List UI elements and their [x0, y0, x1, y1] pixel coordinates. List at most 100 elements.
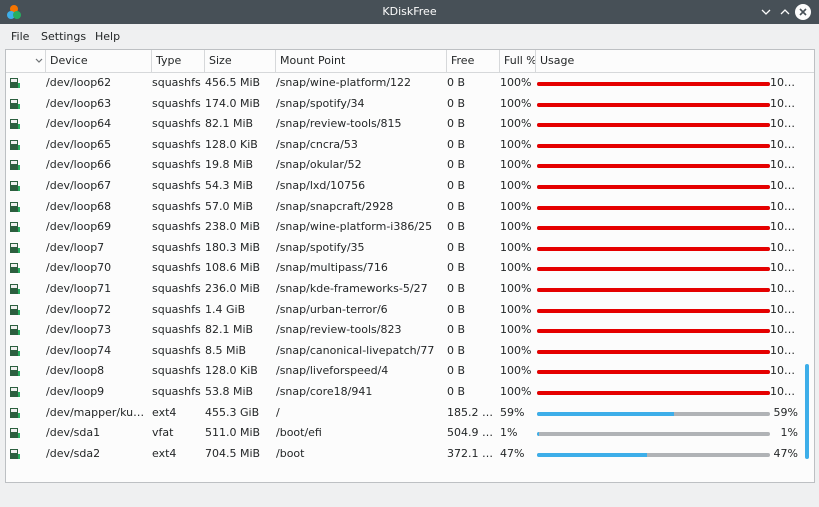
usage-percent-label: 100% — [770, 261, 798, 275]
mount-point-cell: /snap/wine-platform/122 — [276, 76, 412, 89]
table-row[interactable]: /dev/loop64 squashfs 82.1 MiB /snap/revi… — [6, 114, 814, 135]
usage-bar — [537, 452, 770, 457]
column-header-device[interactable]: Device — [46, 50, 152, 72]
free-cell: 0 B — [447, 220, 466, 234]
table-row[interactable]: /dev/loop65 squashfs 128.0 KiB /snap/cnc… — [6, 135, 814, 156]
usage-percent-label: 100% — [770, 385, 798, 398]
type-cell: squashfs — [152, 385, 201, 398]
mount-point-cell: /snap/kde-frameworks-5/27 — [276, 282, 428, 295]
usage-percent-label: 59% — [773, 405, 798, 419]
usage-percent-label: 100% — [770, 158, 798, 172]
column-header-icon[interactable] — [6, 50, 46, 72]
size-cell: 1.4 GiB — [205, 302, 246, 316]
table-row[interactable]: /dev/sda2 ext4 704.5 MiB /boot 372.1 M..… — [6, 444, 814, 465]
full-percent-cell: 100% — [500, 364, 532, 378]
table-row[interactable]: /dev/loop71 squashfs 236.0 MiB /snap/kde… — [6, 279, 814, 300]
vertical-scrollbar[interactable] — [805, 364, 809, 459]
column-header-size[interactable]: Size — [205, 50, 276, 72]
free-cell: 185.2 GiB — [447, 405, 499, 419]
close-icon — [799, 8, 807, 16]
drive-icon — [10, 222, 20, 233]
close-button[interactable] — [795, 4, 811, 20]
size-cell: 456.5 MiB — [205, 76, 261, 89]
device-cell: /dev/loop64 — [46, 117, 112, 131]
table-row[interactable]: /dev/loop70 squashfs 108.6 MiB /snap/mul… — [6, 258, 814, 279]
usage-bar-fill — [537, 411, 675, 416]
full-percent-cell: 100% — [500, 220, 532, 234]
size-cell: 511.0 MiB — [205, 426, 261, 440]
mount-point-cell: /snap/okular/52 — [276, 158, 362, 172]
type-cell: squashfs — [152, 158, 201, 172]
free-cell: 0 B — [447, 323, 466, 337]
column-header-full[interactable]: Full % — [500, 50, 536, 72]
menu-help[interactable]: Help — [95, 30, 120, 43]
table-row[interactable]: /dev/sda1 vfat 511.0 MiB /boot/efi 504.9… — [6, 423, 814, 444]
minimize-button[interactable] — [757, 3, 775, 21]
mount-point-cell: /snap/review-tools/815 — [276, 117, 402, 131]
table-row[interactable]: /dev/loop67 squashfs 54.3 MiB /snap/lxd/… — [6, 176, 814, 197]
table-row[interactable]: /dev/loop62 squashfs 456.5 MiB /snap/win… — [6, 73, 814, 94]
full-percent-cell: 100% — [500, 343, 532, 357]
table-row[interactable]: /dev/loop7 squashfs 180.3 MiB /snap/spot… — [6, 238, 814, 259]
usage-bar — [537, 205, 770, 210]
device-cell: /dev/loop63 — [46, 96, 112, 110]
usage-percent-label: 100% — [770, 179, 798, 192]
usage-percent-label: 100% — [770, 137, 798, 151]
table-row[interactable]: /dev/loop8 squashfs 128.0 KiB /snap/live… — [6, 361, 814, 382]
full-percent-cell: 1% — [500, 426, 518, 440]
drive-icon — [10, 181, 20, 191]
usage-percent-label: 100% — [770, 96, 798, 110]
drive-icon — [10, 78, 20, 88]
table-row[interactable]: /dev/loop73 squashfs 82.1 MiB /snap/revi… — [6, 320, 814, 341]
free-cell: 0 B — [447, 179, 466, 192]
drive-icon — [10, 304, 20, 315]
free-cell: 0 B — [447, 302, 466, 316]
column-header-mount[interactable]: Mount Point — [276, 50, 447, 72]
full-percent-cell: 100% — [500, 137, 532, 151]
type-cell: squashfs — [152, 282, 201, 295]
table-row[interactable]: /dev/loop63 squashfs 174.0 MiB /snap/spo… — [6, 94, 814, 115]
full-percent-cell: 100% — [500, 302, 532, 316]
type-cell: squashfs — [152, 220, 201, 234]
menu-file[interactable]: File — [11, 30, 29, 43]
free-cell: 0 B — [447, 137, 466, 151]
title-bar[interactable]: KDiskFree — [0, 0, 819, 24]
disk-list[interactable]: Device Type Size Mount Point Free Full %… — [5, 49, 815, 483]
menu-settings[interactable]: Settings — [41, 30, 86, 43]
column-header-type[interactable]: Type — [152, 50, 205, 72]
table-row[interactable]: /dev/loop72 squashfs 1.4 GiB /snap/urban… — [6, 300, 814, 321]
free-cell: 0 B — [447, 96, 466, 110]
size-cell: 128.0 KiB — [205, 364, 258, 378]
type-cell: squashfs — [152, 364, 201, 378]
table-row[interactable]: /dev/loop69 squashfs 238.0 MiB /snap/win… — [6, 217, 814, 238]
column-header-usage[interactable]: Usage — [536, 50, 814, 72]
size-cell: 19.8 MiB — [205, 158, 254, 172]
table-row[interactable]: /dev/loop68 squashfs 57.0 MiB /snap/snap… — [6, 197, 814, 218]
maximize-button[interactable] — [776, 3, 794, 21]
usage-bar — [537, 143, 770, 148]
type-cell: ext4 — [152, 446, 177, 460]
full-percent-cell: 100% — [500, 282, 532, 295]
free-cell: 0 B — [447, 385, 466, 398]
drive-icon — [10, 366, 20, 377]
table-row[interactable]: /dev/loop9 squashfs 53.8 MiB /snap/core1… — [6, 382, 814, 403]
full-percent-cell: 59% — [500, 405, 525, 419]
full-percent-cell: 100% — [500, 117, 532, 131]
drive-icon — [10, 448, 20, 459]
free-cell: 372.1 M... — [447, 446, 499, 460]
free-cell: 0 B — [447, 117, 466, 131]
usage-bar — [537, 246, 770, 251]
mount-point-cell: /snap/canonical-livepatch/77 — [276, 343, 435, 357]
menu-bar: File Settings Help — [0, 24, 819, 48]
drive-icon — [10, 119, 20, 130]
column-header-free[interactable]: Free — [447, 50, 500, 72]
usage-bar — [537, 267, 770, 272]
mount-point-cell: /snap/urban-terror/6 — [276, 302, 388, 316]
table-row[interactable]: /dev/loop74 squashfs 8.5 MiB /snap/canon… — [6, 341, 814, 362]
table-row[interactable]: /dev/mapper/kub... ext4 455.3 GiB / 185.… — [6, 403, 814, 424]
mount-point-cell: /snap/spotify/35 — [276, 240, 365, 254]
full-percent-cell: 100% — [500, 199, 532, 213]
device-cell: /dev/loop66 — [46, 158, 112, 172]
table-row[interactable]: /dev/loop66 squashfs 19.8 MiB /snap/okul… — [6, 155, 814, 176]
full-percent-cell: 100% — [500, 76, 532, 89]
